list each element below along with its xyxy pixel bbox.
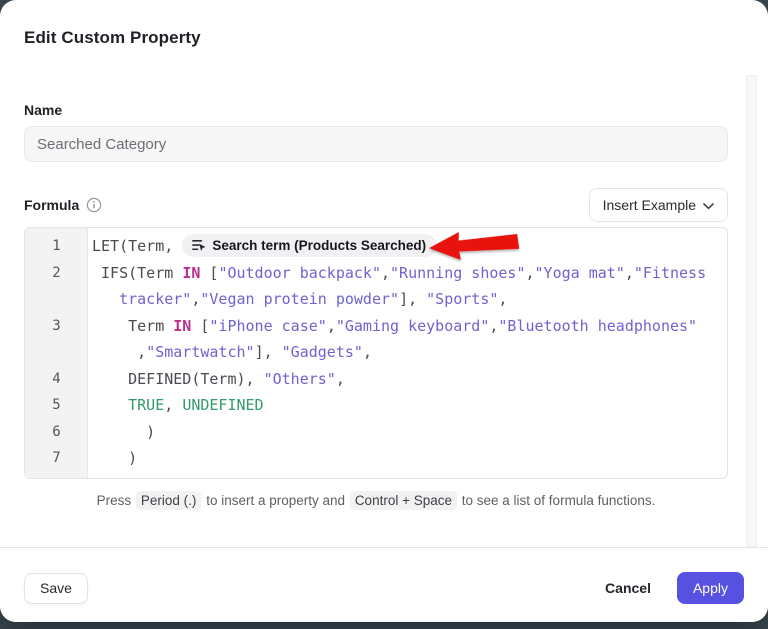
hint-text: Press [97, 493, 132, 508]
page-title: Edit Custom Property [24, 26, 744, 50]
edit-custom-property-dialog: Edit Custom Property Name Formula Insert… [0, 0, 768, 622]
code-line: 2 IFS(Term IN ["Outdoor backpack","Runni… [25, 260, 727, 287]
code-line: 7 ) [25, 445, 727, 472]
line-number: 4 [25, 366, 88, 393]
line-number: 2 [25, 260, 88, 287]
formula-label: Formula [24, 197, 79, 213]
line-number [25, 286, 88, 313]
code-line: ,"Smartwatch"], "Gadgets", [25, 339, 727, 366]
property-chip-label: Search term (Products Searched) [212, 237, 426, 254]
dialog-footer: Save Cancel Apply [0, 547, 768, 622]
formula-toolbar: Formula Insert Example [24, 188, 728, 222]
code-line: tracker","Vegan protein powder"], "Sport… [25, 286, 727, 313]
line-number: 3 [25, 313, 88, 340]
name-label: Name [24, 102, 728, 118]
formula-code-editor[interactable]: 1LET(Term, Search term (Products Searche… [24, 227, 728, 479]
kbd-control-space: Control + Space [350, 491, 457, 510]
info-icon[interactable] [86, 197, 102, 213]
code-line: 5 TRUE, UNDEFINED [25, 392, 727, 419]
hint-text: to see a list of formula functions. [462, 493, 656, 508]
property-chip[interactable]: Search term (Products Searched) [182, 234, 437, 257]
dialog-content: Name Formula Insert Example [0, 102, 768, 508]
formula-hint: Press Period (.) to insert a property an… [24, 493, 728, 508]
dialog-header: Edit Custom Property [0, 0, 768, 50]
code-rows: 1LET(Term, Search term (Products Searche… [25, 233, 727, 472]
line-number: 6 [25, 419, 88, 446]
insert-example-label: Insert Example [603, 197, 696, 213]
cancel-button[interactable]: Cancel [605, 580, 651, 596]
line-number [25, 339, 88, 366]
name-input[interactable] [24, 126, 728, 162]
hint-text: to insert a property and [206, 493, 345, 508]
kbd-period: Period (.) [136, 491, 202, 510]
code-line: 1LET(Term, Search term (Products Searche… [25, 233, 727, 260]
red-arrow-annotation [426, 225, 522, 270]
line-number: 5 [25, 392, 88, 419]
code-line: 4 DEFINED(Term), "Others", [25, 366, 727, 393]
apply-button[interactable]: Apply [677, 572, 744, 604]
line-number: 1 [25, 233, 88, 260]
save-button[interactable]: Save [24, 573, 88, 604]
line-number: 7 [25, 445, 88, 472]
scrollbar[interactable] [746, 75, 757, 547]
code-line: 3 Term IN ["iPhone case","Gaming keyboar… [25, 313, 727, 340]
chevron-down-icon [703, 197, 714, 213]
code-line: 6 ) [25, 419, 727, 446]
list-cursor-icon [191, 238, 206, 253]
insert-example-button[interactable]: Insert Example [589, 188, 728, 222]
